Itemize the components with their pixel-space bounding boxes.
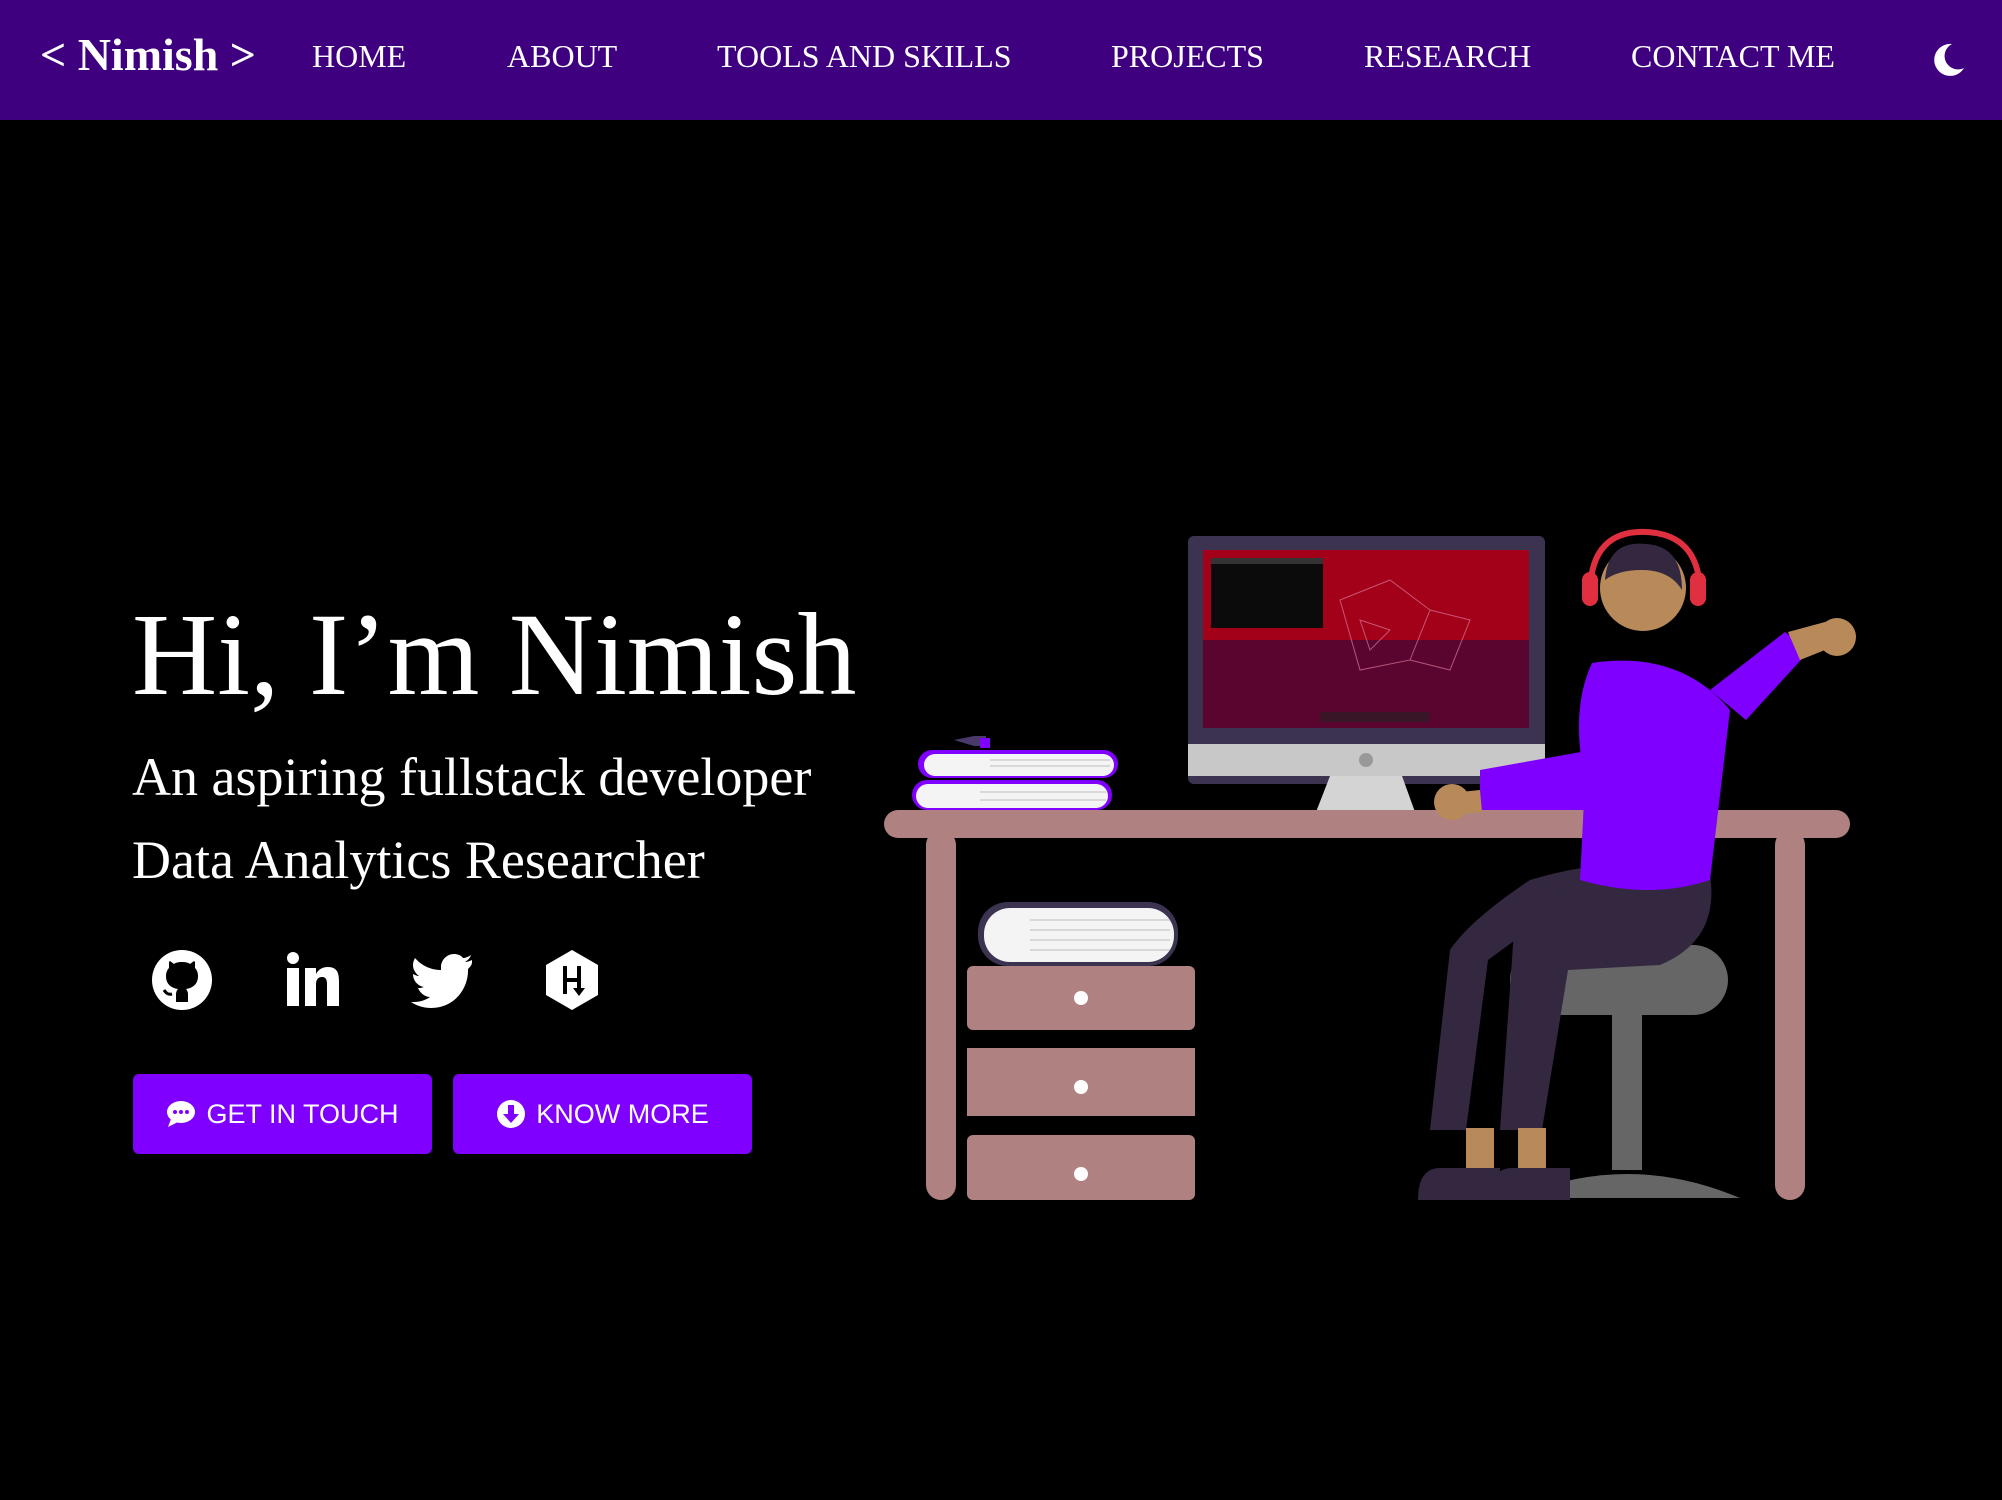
nav-projects[interactable]: PROJECTS <box>1111 38 1264 75</box>
hashnode-link[interactable] <box>540 948 604 1012</box>
nav-research[interactable]: RESEARCH <box>1364 38 1531 75</box>
know-more-label: KNOW MORE <box>536 1098 709 1129</box>
hashnode-icon <box>546 950 598 1010</box>
brand-logo[interactable]: < Nimish > <box>40 28 256 81</box>
hero-title: Hi, I’m Nimish <box>132 589 857 720</box>
book-on-drawers <box>978 902 1178 966</box>
hero-subtitle-researcher: Data Analytics Researcher <box>132 830 705 890</box>
github-icon <box>152 950 212 1010</box>
github-link[interactable] <box>150 948 214 1012</box>
know-more-button[interactable]: KNOW MORE <box>453 1074 752 1154</box>
chat-icon <box>167 1101 196 1127</box>
books-on-desk <box>912 736 1118 810</box>
theme-toggle-button[interactable] <box>1928 40 1968 80</box>
nav-home[interactable]: HOME <box>312 38 406 75</box>
twitter-link[interactable] <box>410 948 474 1012</box>
navbar: < Nimish > HOME ABOUT TOOLS AND SKILLS P… <box>0 0 2002 120</box>
twitter-icon <box>411 954 472 1008</box>
get-in-touch-button[interactable]: GET IN TOUCH <box>133 1074 432 1154</box>
download-circle-icon <box>497 1100 526 1128</box>
linkedin-link[interactable] <box>280 948 344 1012</box>
developer-desk-illustration <box>884 528 1856 1200</box>
nav-tools-and-skills[interactable]: TOOLS AND SKILLS <box>717 38 1012 75</box>
get-in-touch-label: GET IN TOUCH <box>206 1098 399 1129</box>
nav-contact-me[interactable]: CONTACT ME <box>1631 38 1835 75</box>
nav-about[interactable]: ABOUT <box>507 38 617 75</box>
moon-icon <box>1934 43 1964 76</box>
hero-subtitle-developer: An aspiring fullstack developer <box>132 747 812 807</box>
linkedin-icon <box>287 952 339 1006</box>
